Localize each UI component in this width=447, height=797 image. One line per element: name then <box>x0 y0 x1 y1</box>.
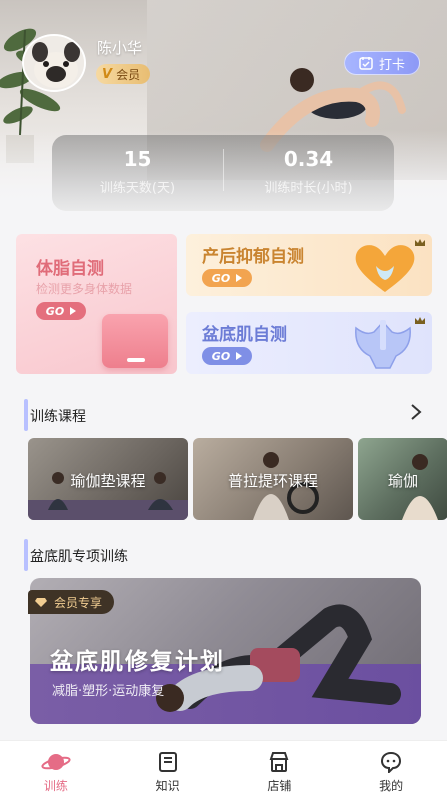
stat-training-hours: 0.34 训练时长(小时) <box>223 135 394 211</box>
tab-label: 知识 <box>155 779 180 793</box>
postpartum-title: 产后抑郁自测 <box>202 247 304 267</box>
course-label: 瑜伽 <box>388 472 419 490</box>
tab-mine[interactable]: 我的 <box>335 741 447 797</box>
vip-exclusive-label: 会员专享 <box>54 595 103 610</box>
crown-icon <box>415 317 425 324</box>
stat-value: 15 <box>123 147 152 171</box>
vip-exclusive-badge: 会员专享 <box>28 590 115 614</box>
calendar-check-icon <box>359 57 373 70</box>
course-card-yoga[interactable]: 瑜伽 <box>358 438 447 520</box>
play-arrow-icon <box>70 307 77 315</box>
chevron-right-icon[interactable] <box>410 404 422 425</box>
course-label: 瑜伽垫课程 <box>70 472 146 490</box>
pelvic-section-title: 盆底肌专项训练 <box>24 539 128 571</box>
postpartum-test-card[interactable]: 产后抑郁自测 GO <box>186 234 432 296</box>
vip-v-icon: V <box>102 66 113 82</box>
scale-icon <box>102 314 168 368</box>
book-icon <box>158 752 177 772</box>
play-arrow-icon <box>236 352 243 360</box>
vip-badge: V 会员 <box>96 64 151 84</box>
banner-title: 盆底肌修复计划 <box>50 649 225 675</box>
tab-training[interactable]: 训练 <box>0 741 112 797</box>
bottom-tab-bar: 训练 知识 店铺 我的 <box>0 740 447 797</box>
body-fat-go-button[interactable]: GO <box>36 302 86 320</box>
planet-icon <box>41 754 71 770</box>
body-fat-title: 体脂自测 <box>36 259 104 279</box>
stat-training-days: 15 训练天数(天) <box>52 135 223 211</box>
heart-icon <box>355 245 415 292</box>
course-label: 普拉提环课程 <box>227 472 318 490</box>
course-card-pilates-ring[interactable]: 普拉提环课程 <box>193 438 353 520</box>
avatar[interactable] <box>22 34 86 92</box>
checkin-button[interactable]: 打卡 <box>344 51 420 75</box>
crown-icon <box>415 239 425 246</box>
pelvis-icon <box>355 320 411 369</box>
course-card-yoga-mat[interactable]: 瑜伽垫课程 <box>28 438 188 520</box>
go-label: GO <box>45 304 65 318</box>
username: 陈小华 <box>97 39 143 57</box>
go-label: GO <box>211 349 231 363</box>
tab-label: 训练 <box>43 779 68 793</box>
postpartum-go-button[interactable]: GO <box>202 269 252 287</box>
tab-label: 店铺 <box>267 779 292 793</box>
pelvic-title: 盆底肌自测 <box>202 325 287 345</box>
stat-label: 训练时长(小时) <box>264 181 353 196</box>
pelvic-test-card[interactable]: 盆底肌自测 GO <box>186 312 432 374</box>
checkin-label: 打卡 <box>378 57 405 73</box>
tab-label: 我的 <box>379 779 404 793</box>
profile-chat-icon <box>381 751 402 773</box>
tab-store[interactable]: 店铺 <box>224 741 336 797</box>
play-arrow-icon <box>236 274 243 282</box>
store-icon <box>269 752 289 772</box>
stat-value: 0.34 <box>283 147 334 171</box>
body-fat-subtitle: 检测更多身体数据 <box>36 282 133 296</box>
courses-section-title: 训练课程 <box>24 399 86 431</box>
vip-badge-label: 会员 <box>116 67 141 82</box>
diamond-icon <box>35 597 47 607</box>
tab-knowledge[interactable]: 知识 <box>112 741 224 797</box>
pelvic-go-button[interactable]: GO <box>202 347 252 365</box>
banner-subtitle: 减脂·塑形·运动康复 <box>52 684 165 699</box>
training-stats: 15 训练天数(天) 0.34 训练时长(小时) <box>52 135 394 211</box>
go-label: GO <box>211 271 231 285</box>
stat-label: 训练天数(天) <box>99 181 176 196</box>
